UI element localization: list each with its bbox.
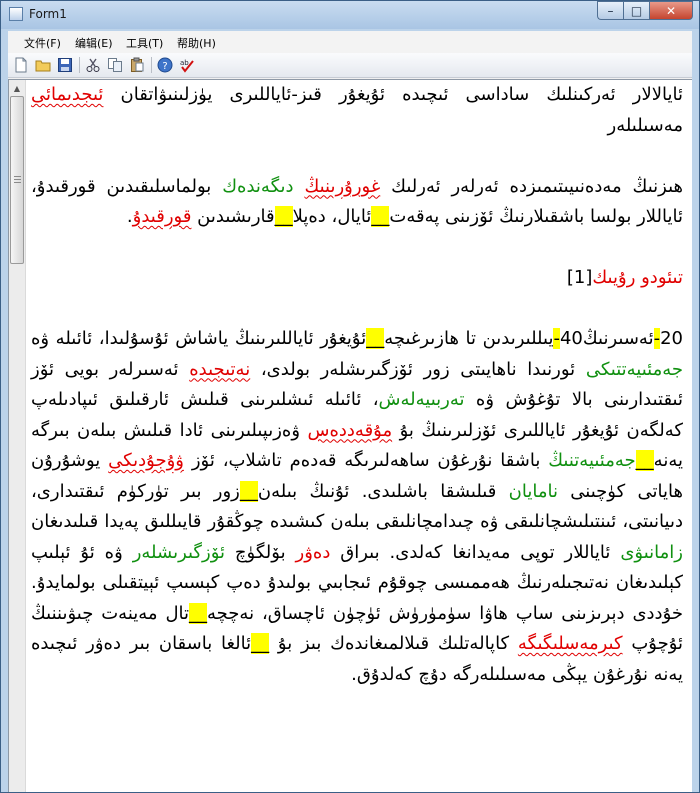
misspelled-word[interactable]: مۇقەددەس: [307, 420, 392, 441]
document-text[interactable]: ئايالالار ئەركىنلىك ساداسى ئىچىدە ئۇيغۇر…: [31, 80, 683, 792]
toolbar: ? ab: [8, 53, 692, 78]
window-controls: – □ ✕: [597, 1, 693, 21]
menu-bar: 文件(F) 编辑(E) 工具(T) 帮助(H): [8, 31, 692, 53]
text-run: قىلىشقا باشلىدى. ئۇنىڭ بىلەن: [257, 480, 509, 502]
text-run: ھىزنىڭ مەدەنىيىتىمىزدە ئەرلەر ئەرلىك: [380, 175, 683, 197]
window-title: Form1: [29, 7, 67, 21]
paragraph: ئايالالار ئەركىنلىك ساداسى ئىچىدە ئۇيغۇر…: [31, 80, 683, 141]
text-run: ئەسىرنىڭ: [582, 328, 654, 349]
spell-check-icon[interactable]: ab: [179, 57, 195, 73]
highlighted-space: __: [274, 206, 293, 227]
toolbar-separator: [79, 57, 80, 73]
text-run: باشقا نۇرغۇن ساھەلىرىگە قەدەم تاشلاپ، ئۆ…: [183, 450, 549, 471]
text-run: يىللىرىدىن تا ھازىرغىچە: [384, 328, 554, 349]
misspelled-word[interactable]: كىرمەسلىگىگە: [518, 633, 623, 654]
cut-icon[interactable]: [85, 57, 101, 73]
help-icon[interactable]: ?: [157, 57, 173, 73]
menu-edit[interactable]: 编辑(E): [75, 35, 113, 51]
text-run: ئۇيغۇر ئاياللىرىنىڭ ياشاش ئۇسۇلىدا، ئائى…: [31, 328, 367, 349]
save-icon[interactable]: [57, 57, 73, 73]
vertical-scrollbar[interactable]: ▲: [9, 80, 26, 792]
highlighted-space: __: [239, 480, 258, 502]
menu-tools[interactable]: 工具(T): [126, 35, 163, 51]
misspelled-word[interactable]: تىئودو رۇيىك: [592, 267, 683, 288]
scroll-up-arrow-icon[interactable]: ▲: [10, 81, 24, 95]
minimize-button[interactable]: –: [597, 1, 623, 20]
maximize-button[interactable]: □: [623, 1, 649, 20]
misspelled-word[interactable]: غورۇرىنىڭ: [304, 176, 380, 197]
suggested-word[interactable]: نامايان: [509, 481, 558, 502]
scroll-thumb[interactable]: [10, 96, 24, 264]
suggested-word[interactable]: تەربىيەلەش: [379, 389, 465, 410]
paragraph: ھىزنىڭ مەدەنىيىتىمىزدە ئەرلەر ئەرلىك غور…: [31, 172, 683, 233]
misspelled-word[interactable]: ۋۇجۇدىكى: [108, 450, 184, 471]
text-run: ئايال، دەپلا: [292, 206, 372, 227]
text-run: ئورنىدا ناھايىتى زور ئۆزگىرىشلەر بولدى،: [250, 358, 586, 380]
text-run: 40: [559, 328, 583, 349]
highlighted-space: __: [251, 633, 270, 654]
paragraph: تىئودو رۇيىك[1]: [31, 263, 683, 294]
text-run: قارىشىدىن: [191, 206, 275, 227]
suggested-word[interactable]: جەمئىيەتتىكى: [586, 359, 683, 380]
text-run: مەسىلىلەر: [607, 114, 684, 136]
highlighted-space: __: [371, 206, 390, 227]
paste-icon[interactable]: [129, 57, 145, 73]
suggested-word[interactable]: ئۆزگىرىشلەر: [133, 542, 225, 563]
misspelled-word[interactable]: نەتىجىدە: [189, 359, 250, 380]
text-run: كاپالەتلىك قىلالمىغاندەك بىز بۇ: [269, 633, 518, 654]
toolbar-separator: [151, 57, 152, 73]
client-area: 文件(F) 编辑(E) 工具(T) 帮助(H) ? ab ▲ ئايالالار…: [8, 31, 692, 792]
text-editor[interactable]: ▲ ئايالالار ئەركىنلىك ساداسى ئىچىدە ئۇيغ…: [8, 79, 692, 792]
misspelled-word[interactable]: ئىجدىمائى: [31, 84, 103, 105]
close-button[interactable]: ✕: [649, 1, 693, 20]
grip-line: [14, 176, 21, 177]
suggested-word[interactable]: دىگەندەك: [222, 176, 293, 197]
menu-file[interactable]: 文件(F): [24, 35, 61, 51]
paragraph: 20-ئەسىرنىڭ40-يىللىرىدىن تا ھازىرغىچە__ئ…: [31, 324, 683, 690]
open-folder-icon[interactable]: [35, 57, 51, 73]
text-run: [294, 176, 305, 197]
app-icon: [9, 7, 23, 21]
highlighted-space: __: [189, 602, 208, 624]
title-bar[interactable]: Form1 – □ ✕: [1, 1, 699, 29]
misspelled-word[interactable]: قورقىدۇ: [133, 206, 192, 227]
suggested-word[interactable]: جەمئىيەتنىڭ: [548, 450, 635, 471]
grip-line: [14, 182, 21, 183]
text-run: 20: [660, 328, 683, 349]
suggested-word[interactable]: زامانىۋى: [620, 542, 683, 563]
menu-help[interactable]: 帮助(H): [177, 35, 216, 51]
text-run: [1]: [566, 267, 593, 288]
misspelled-word[interactable]: دەۋر: [296, 542, 331, 563]
grip-line: [14, 179, 21, 180]
highlighted-space: __: [635, 450, 654, 471]
new-file-icon[interactable]: [13, 57, 29, 73]
copy-icon[interactable]: [107, 57, 123, 73]
svg-text:?: ?: [162, 61, 167, 72]
app-window: Form1 – □ ✕ 文件(F) 编辑(E) 工具(T) 帮助(H) ? ab: [0, 0, 700, 793]
text-run: ئايالالار ئەركىنلىك ساداسى ئىچىدە ئۇيغۇر…: [103, 84, 683, 105]
text-run: ئاياللار توپى مەيدانغا كەلدى. بىراق: [330, 541, 621, 563]
text-run: بۆلگۈچ: [225, 541, 296, 563]
highlighted-space: __: [366, 328, 385, 349]
